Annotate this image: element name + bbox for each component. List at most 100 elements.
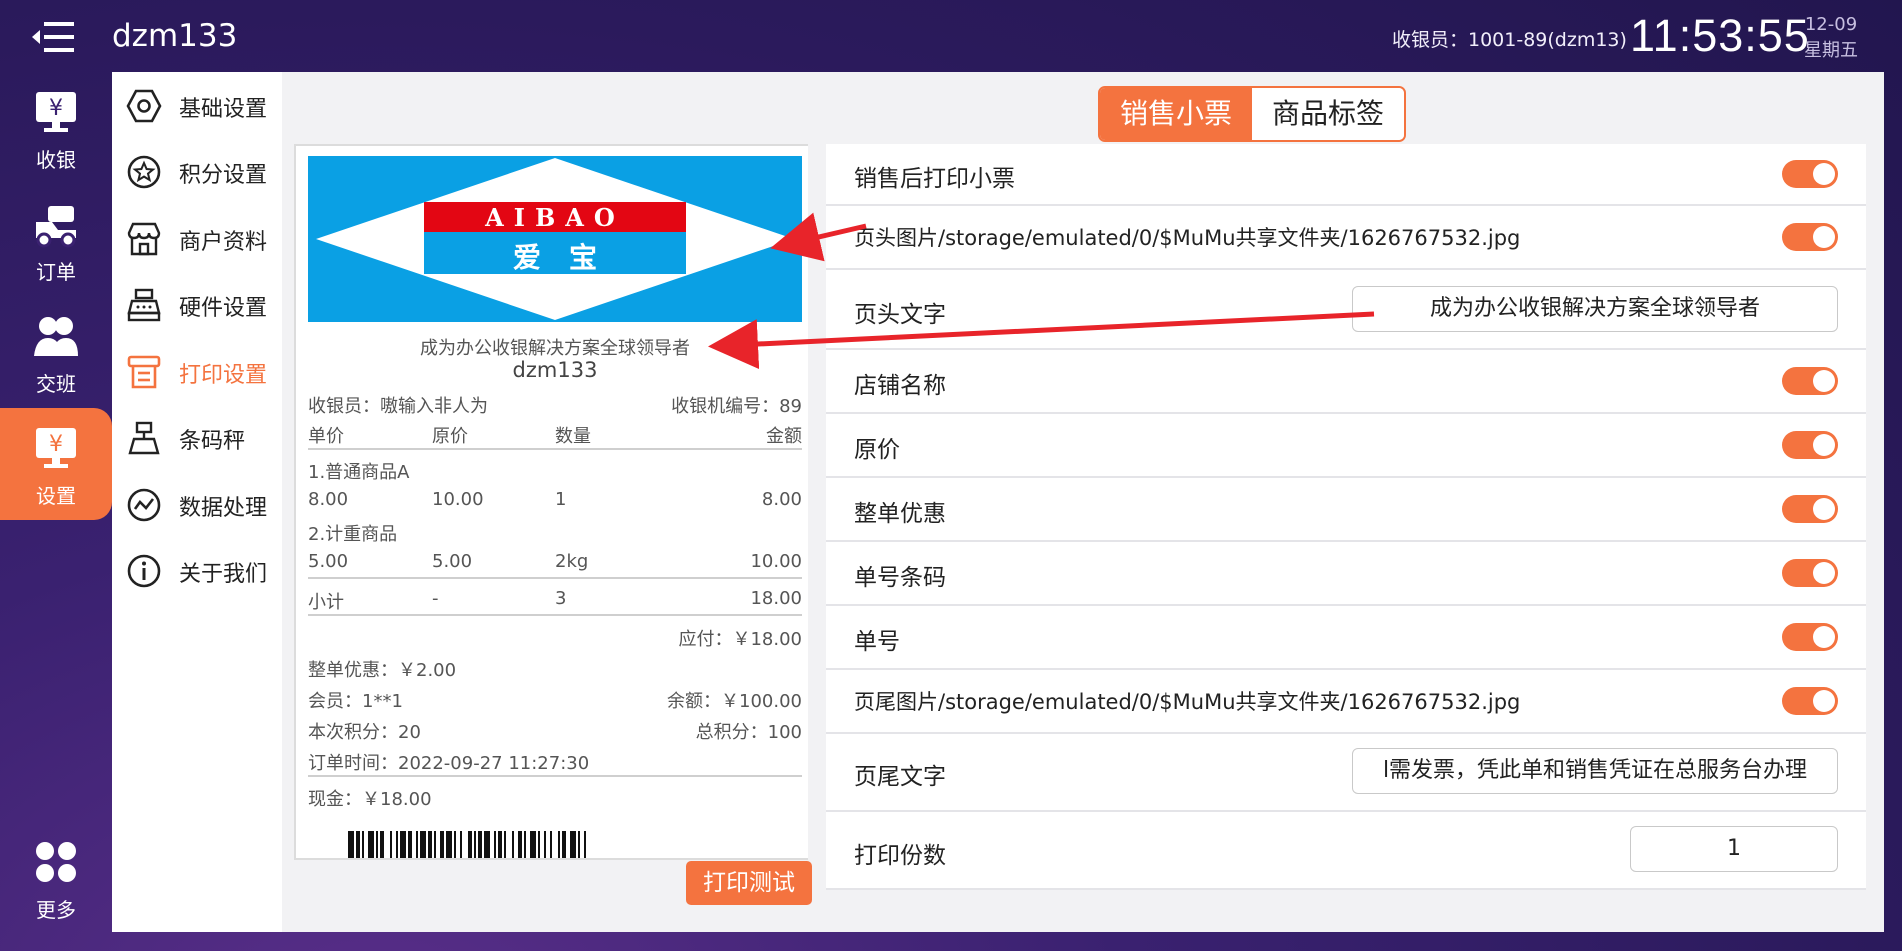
receipt-balance: 余额：￥100.00 [667, 691, 802, 712]
receipt-discount-row: 整单优惠：￥2.00 [308, 656, 802, 681]
subnav-label: 商户资料 [179, 230, 268, 255]
subtotal-amount: 18.00 [750, 588, 802, 609]
setting-label: 打印份数 [854, 843, 946, 869]
toggle-original-price[interactable] [1782, 431, 1838, 459]
barcode-bar [396, 831, 398, 858]
store-icon [127, 222, 161, 256]
cashier-info: 收银员：1001-89(dzm13) [1392, 29, 1627, 51]
receipt-store-name: dzm133 [512, 358, 598, 382]
divider [308, 577, 802, 579]
setting-label: 单号条码 [854, 565, 946, 591]
copies-input[interactable]: 1 [1630, 826, 1838, 872]
barcode-bar [380, 831, 384, 858]
setting-order-no: 单号 [826, 606, 1866, 670]
nav-item-settings[interactable]: ¥ 设置 [0, 408, 112, 520]
subnav-label: 硬件设置 [179, 296, 268, 321]
subnav-item-basic[interactable]: 基础设置 [112, 72, 282, 138]
tab-sales-receipt[interactable]: 销售小票 [1100, 88, 1253, 140]
subtotal-qty: 3 [555, 588, 567, 609]
setting-label: 单号 [854, 629, 900, 655]
subnav-label: 条码秤 [179, 429, 246, 454]
item-amount: 8.00 [761, 489, 802, 510]
orders-icon [36, 206, 76, 248]
settings-subnav: 基础设置 积分设置 商户资料 硬件设置 打印设置 条码秤 数据处理 关于我们 [112, 72, 282, 932]
item-amount: 10.00 [750, 551, 802, 572]
toggle-print-after-sale[interactable] [1782, 160, 1838, 188]
toggle-order-barcode[interactable] [1782, 559, 1838, 587]
subnav-item-about[interactable]: 关于我们 [112, 537, 282, 603]
setting-label: 页尾图片/storage/emulated/0/$MuMu共享文件夹/16267… [854, 690, 1521, 714]
subnav-item-print[interactable]: 打印设置 [112, 338, 282, 404]
barcode-bar [454, 831, 456, 858]
toggle-header-image[interactable] [1782, 223, 1838, 251]
nav-label-settings: 设置 [36, 484, 76, 508]
nav-label-shift: 交班 [36, 372, 76, 396]
nav-label-cashier: 收银 [36, 148, 76, 172]
item-orig: 5.00 [432, 551, 473, 572]
barcode-bar [518, 831, 522, 858]
subnav-item-data[interactable]: 数据处理 [112, 471, 282, 537]
more-grid-icon [36, 842, 76, 882]
subnav-item-hardware[interactable]: 硬件设置 [112, 271, 282, 337]
receipt-column-headers: 单价 原价 数量 金额 [308, 422, 802, 447]
barcode-bar [376, 831, 378, 858]
receipt-header-text: 成为办公收银解决方案全球领导者 [420, 338, 690, 359]
receipt-payable-row: 应付：￥18.00 [308, 625, 802, 650]
toggle-order-discount[interactable] [1782, 495, 1838, 523]
subnav-label: 关于我们 [179, 562, 268, 587]
nav-item-cashier[interactable]: ¥ 收银 [0, 88, 112, 200]
setting-copies: 打印份数 1 [826, 812, 1866, 890]
subnav-item-points[interactable]: 积分设置 [112, 138, 282, 204]
setting-label: 页头文字 [854, 302, 946, 328]
toggle-store-name[interactable] [1782, 367, 1838, 395]
svg-text:¥: ¥ [49, 432, 63, 457]
cash-machine-icon [127, 288, 161, 322]
receipt-payable: 应付：￥18.00 [678, 629, 802, 650]
receipt-cash: 现金：￥18.00 [308, 789, 432, 810]
print-type-tabs: 销售小票 商品标签 [1098, 86, 1407, 142]
barcode-bar [368, 831, 374, 858]
header-text-input[interactable]: 成为办公收银解决方案全球领导者 [1352, 286, 1838, 332]
setting-label: 页头图片/storage/emulated/0/$MuMu共享文件夹/16267… [854, 226, 1521, 250]
setting-header-text: 页头文字 成为办公收银解决方案全球领导者 [826, 270, 1866, 350]
barcode-bar [440, 831, 444, 858]
shift-handover-icon [34, 317, 78, 356]
toggle-footer-image[interactable] [1782, 687, 1838, 715]
receipt-cash-row: 现金：￥18.00 [308, 785, 802, 810]
barcode-bar [512, 831, 514, 858]
subnav-label: 积分设置 [179, 163, 268, 188]
nav-label-more: 更多 [36, 898, 76, 922]
setting-print-after-sale: 销售后打印小票 [826, 144, 1866, 206]
receipt-item-row: 5.00 5.00 2kg 10.00 [308, 551, 802, 575]
receipt-order-time: 订单时间：2022-09-27 11:27:30 [308, 753, 590, 774]
chart-icon [127, 488, 161, 522]
info-icon [127, 554, 161, 588]
clock-time: 11:53:55 [1630, 10, 1810, 61]
barcode-bar [494, 831, 496, 858]
setting-label: 店铺名称 [854, 373, 946, 399]
menu-collapse-icon[interactable] [30, 16, 82, 58]
subnav-item-scale[interactable]: 条码秤 [112, 404, 282, 470]
receipt-item-name: 1.普通商品A [308, 458, 802, 483]
tab-product-label[interactable]: 商品标签 [1252, 88, 1405, 140]
barcode-bar [498, 831, 502, 858]
item-price: 5.00 [308, 551, 349, 572]
settings-icon: ¥ [36, 428, 76, 468]
nav-item-more[interactable]: 更多 [0, 838, 112, 950]
receipt-paper: AIBAO 爱 宝 成为办公收银解决方案全球领导者 dzm133 收银员：嗷输入… [308, 156, 802, 858]
setting-label: 销售后打印小票 [854, 166, 1015, 192]
toggle-order-no[interactable] [1782, 623, 1838, 651]
barcode-bar [420, 831, 426, 858]
item-name: 1.普通商品A [308, 462, 410, 483]
barcode-bar [390, 831, 392, 858]
barcode-bar [504, 831, 506, 858]
print-test-button[interactable]: 打印测试 [686, 861, 812, 905]
nav-item-orders[interactable]: 订单 [0, 200, 112, 312]
subnav-label: 打印设置 [179, 363, 268, 388]
subtotal-label: 小计 [308, 592, 344, 613]
receipt-points-total: 总积分：100 [695, 722, 802, 743]
subnav-item-merchant[interactable]: 商户资料 [112, 205, 282, 271]
star-badge-icon [127, 155, 161, 189]
footer-text-input[interactable]: l需发票，凭此单和销售凭证在总服务台办理 [1352, 748, 1838, 794]
col-qty: 数量 [555, 426, 591, 447]
